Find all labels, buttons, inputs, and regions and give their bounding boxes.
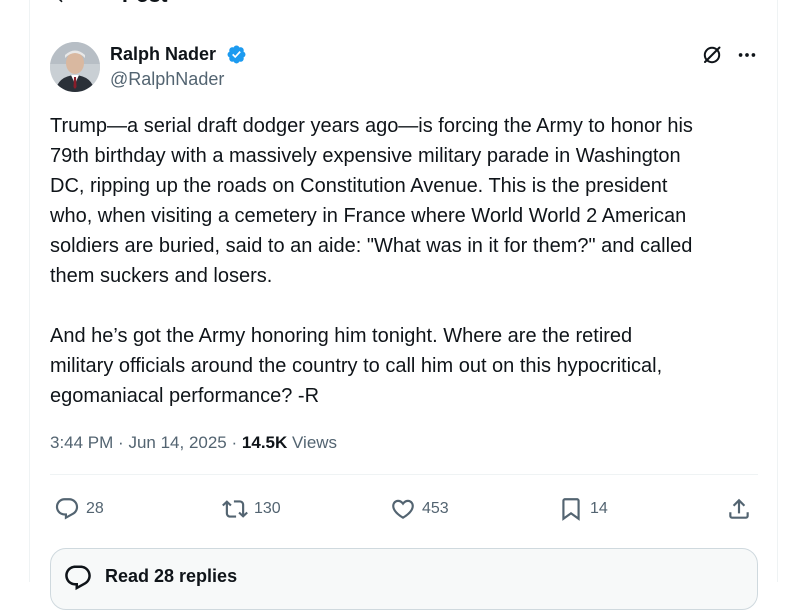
divider [50, 474, 758, 475]
views-count: 14.5K [241, 433, 288, 452]
back-arrow-icon[interactable] [52, 0, 72, 6]
heart-icon [392, 499, 414, 519]
tweet-text: Trump—a serial draft dodger years ago—is… [50, 115, 693, 407]
share-button[interactable] [726, 494, 752, 524]
bookmark-button[interactable]: 14 [558, 494, 608, 524]
avatar[interactable] [50, 42, 100, 92]
verified-badge-icon [227, 45, 246, 64]
share-icon [729, 498, 749, 519]
author-handle[interactable]: @RalphNader [110, 69, 224, 90]
read-replies-button[interactable]: Read 28 replies [50, 548, 758, 610]
like-count: 453 [422, 500, 449, 517]
author-name[interactable]: Ralph Nader [110, 44, 216, 65]
read-replies-label: Read 28 replies [105, 566, 238, 586]
top-bar: Post [30, 0, 777, 10]
meta-separator: · [231, 433, 238, 452]
repost-button[interactable]: 130 [222, 494, 281, 524]
tweet-time[interactable]: 3:44 PM [50, 433, 113, 452]
views-label: Views [292, 433, 338, 452]
repost-icon [222, 500, 248, 518]
column-border-left [29, 0, 30, 582]
reply-bubble-icon [65, 565, 91, 591]
bookmark-icon [562, 498, 580, 521]
tweet-meta: 3:44 PM · Jun 14, 2025 · 14.5K Views [50, 433, 337, 453]
reply-icon [55, 498, 79, 520]
meta-separator: · [118, 433, 124, 452]
bookmark-count: 14 [590, 500, 608, 517]
more-options-icon[interactable] [736, 44, 758, 66]
column-border-right [777, 0, 778, 582]
grok-icon[interactable] [700, 43, 724, 67]
avatar-portrait-icon [50, 42, 100, 92]
repost-count: 130 [254, 500, 281, 517]
page-title: Post [122, 0, 168, 8]
tweet-date[interactable]: Jun 14, 2025 [128, 433, 226, 452]
like-button[interactable]: 453 [390, 494, 449, 524]
reply-button[interactable]: 28 [54, 494, 104, 524]
reply-count: 28 [86, 500, 104, 517]
